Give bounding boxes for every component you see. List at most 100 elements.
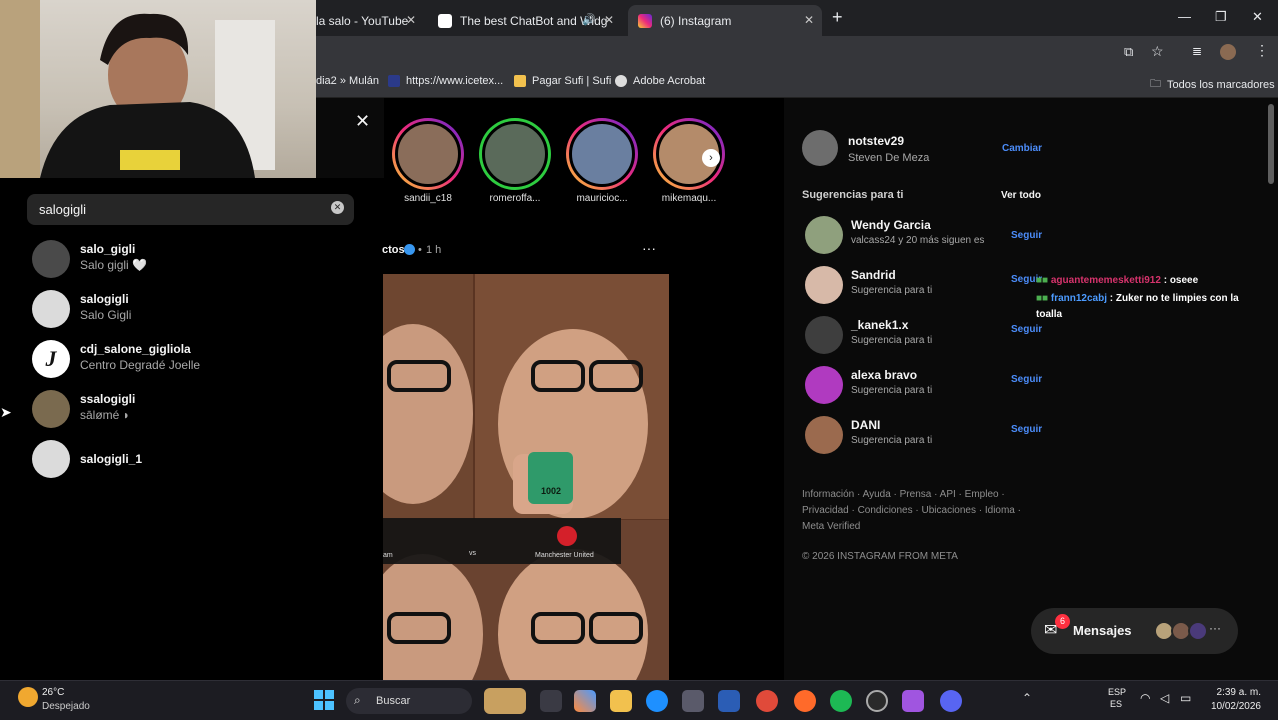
suggestion-subtitle: Sugerencia para ti bbox=[851, 335, 933, 346]
tab-title: la salo - YouTube bbox=[316, 13, 409, 28]
store-icon[interactable] bbox=[682, 690, 704, 712]
unread-badge: 6 bbox=[1055, 614, 1070, 629]
tab-chatbot[interactable]: The best ChatBot and Widg 🔊 ✕ bbox=[428, 5, 622, 36]
media-controls-icon[interactable]: ≣ bbox=[1192, 44, 1202, 58]
all-bookmarks[interactable]: 🗀 Todos los marcadores bbox=[1150, 75, 1275, 94]
see-all-link[interactable]: Ver todo bbox=[1001, 190, 1041, 201]
suggestion-item[interactable]: alexa bravo Sugerencia para ti Seguir bbox=[805, 366, 1050, 408]
spotify-icon[interactable] bbox=[830, 690, 852, 712]
chatbot-favicon-icon bbox=[438, 13, 452, 28]
bookmark-star-icon[interactable]: ☆ bbox=[1151, 43, 1164, 60]
profile-avatar-icon[interactable] bbox=[1220, 44, 1236, 60]
clear-search-icon[interactable]: ✕ bbox=[331, 201, 344, 214]
footer-links[interactable]: Información · Ayuda · Prensa · API · Emp… bbox=[802, 489, 1005, 500]
clock-date: 10/02/2026 bbox=[1210, 701, 1261, 712]
chevron-right-icon[interactable]: › bbox=[702, 149, 720, 167]
chevron-up-icon[interactable]: ⌃ bbox=[1022, 691, 1032, 705]
post-image[interactable]: 1002 am vs Manchester United bbox=[383, 274, 669, 680]
search-result[interactable]: salogigli Salo Gigli bbox=[32, 288, 362, 332]
close-tab-icon[interactable]: ✕ bbox=[406, 13, 416, 27]
suggestions-title: Sugerencias para ti bbox=[802, 189, 904, 201]
result-username: salo_gigli bbox=[80, 242, 136, 256]
chat-message: : Zuker no te limpies con la bbox=[1109, 293, 1239, 304]
avatar bbox=[1188, 621, 1208, 641]
icetex-icon bbox=[388, 75, 400, 87]
volume-icon[interactable]: ◁ bbox=[1160, 691, 1169, 705]
clock-time[interactable]: 2:39 a. m. bbox=[1211, 687, 1261, 698]
close-search-icon[interactable]: ✕ bbox=[355, 111, 370, 132]
language-indicator[interactable]: ESP bbox=[1108, 687, 1126, 697]
close-tab-icon[interactable]: ✕ bbox=[804, 13, 814, 27]
suggestion-username: DANI bbox=[851, 418, 881, 432]
suggestion-item[interactable]: Sandrid Sugerencia para ti Seguir bbox=[805, 266, 1050, 308]
bookmark-icetex[interactable]: https://www.icetex... bbox=[388, 75, 503, 87]
copilot-icon[interactable] bbox=[574, 690, 596, 712]
firefox-icon[interactable] bbox=[794, 690, 816, 712]
discord-icon[interactable] bbox=[940, 690, 962, 712]
browser-menu-icon[interactable]: ⋮ bbox=[1255, 42, 1269, 59]
taskbar-search[interactable]: ⌕ Buscar bbox=[346, 688, 472, 714]
footer-links[interactable]: Privacidad · Condiciones · Ubicaciones ·… bbox=[802, 505, 1021, 516]
minimize-icon[interactable]: — bbox=[1178, 9, 1191, 24]
bookmark-mulan[interactable]: dia2 » Mulán bbox=[316, 75, 379, 87]
follow-button[interactable]: Seguir bbox=[1011, 424, 1042, 435]
more-icon: ··· bbox=[1209, 621, 1221, 635]
story-label: mauricioc... bbox=[576, 193, 628, 204]
footer-links[interactable]: Meta Verified bbox=[802, 521, 860, 532]
copyright: © 2026 INSTAGRAM FROM META bbox=[802, 551, 958, 562]
search-result[interactable]: ssalogigli sālømé ◗ bbox=[32, 388, 362, 432]
search-result[interactable]: salo_gigli Salo gigli 🤍 bbox=[32, 238, 362, 282]
close-window-icon[interactable]: ✕ bbox=[1252, 9, 1263, 25]
default-avatar-icon bbox=[32, 290, 70, 328]
tab-youtube[interactable]: la salo - YouTube ✕ bbox=[306, 5, 424, 36]
edge-icon[interactable] bbox=[646, 690, 668, 712]
avatar bbox=[32, 390, 70, 428]
search-result[interactable]: salogigli_1 bbox=[32, 438, 362, 482]
folder-icon: 🗀 bbox=[1150, 78, 1161, 90]
install-app-icon[interactable]: ⧉ bbox=[1124, 44, 1133, 60]
widget-image-icon[interactable] bbox=[484, 688, 526, 714]
close-tab-icon[interactable]: ✕ bbox=[604, 13, 614, 27]
messages-button[interactable]: ✉ 6 Mensajes ··· bbox=[1031, 608, 1238, 654]
scrollbar-thumb[interactable] bbox=[1268, 104, 1274, 184]
task-view-icon[interactable] bbox=[540, 690, 562, 712]
suggestion-item[interactable]: _kanek1.x Sugerencia para ti Seguir bbox=[805, 316, 1050, 358]
bookmark-adobe[interactable]: Adobe Acrobat bbox=[615, 75, 705, 87]
suggestion-subtitle: Sugerencia para ti bbox=[851, 285, 933, 296]
follow-button[interactable]: Seguir bbox=[1011, 324, 1042, 335]
avatar bbox=[805, 316, 843, 354]
restore-icon[interactable]: ❐ bbox=[1215, 9, 1227, 25]
post-more-icon[interactable]: ··· bbox=[642, 240, 656, 256]
suggestion-subtitle: Sugerencia para ti bbox=[851, 435, 933, 446]
speaker-icon[interactable]: 🔊 bbox=[582, 13, 596, 26]
bookmark-sufi[interactable]: Pagar Sufi | Sufi bbox=[514, 75, 611, 87]
switch-account-link[interactable]: Cambiar bbox=[1002, 143, 1042, 154]
counter-display: 1002 bbox=[541, 486, 562, 496]
search-result[interactable]: J cdj_salone_gigliola Centro Degradé Joe… bbox=[32, 338, 362, 382]
suggestion-item[interactable]: Wendy Garcia valcass24 y 20 más siguen e… bbox=[805, 216, 1050, 258]
suggestion-item[interactable]: DANI Sugerencia para ti Seguir bbox=[805, 416, 1050, 458]
story-label: romeroffa... bbox=[489, 193, 541, 204]
tab-instagram[interactable]: (6) Instagram ✕ bbox=[628, 5, 822, 36]
avatar[interactable] bbox=[802, 130, 838, 166]
story-ring[interactable] bbox=[566, 118, 638, 190]
weather-temp[interactable]: 26°C bbox=[42, 687, 64, 698]
word-icon[interactable] bbox=[718, 690, 740, 712]
story-ring[interactable] bbox=[392, 118, 464, 190]
post-author[interactable]: ctos bbox=[382, 244, 405, 256]
app-icon[interactable] bbox=[902, 690, 924, 712]
obs-icon[interactable] bbox=[866, 690, 888, 712]
windows-start-icon[interactable] bbox=[314, 690, 334, 710]
battery-icon[interactable]: ▭ bbox=[1180, 691, 1191, 705]
chrome-icon[interactable] bbox=[756, 690, 778, 712]
profile-username[interactable]: notstev29 bbox=[848, 134, 904, 148]
story-ring[interactable] bbox=[479, 118, 551, 190]
chat-message: : oseee bbox=[1163, 275, 1199, 286]
follow-button[interactable]: Seguir bbox=[1011, 230, 1042, 241]
follow-button[interactable]: Seguir bbox=[1011, 374, 1042, 385]
wifi-icon[interactable]: ◠ bbox=[1140, 691, 1150, 705]
result-name: sālømé ◗ bbox=[80, 408, 130, 422]
instagram-favicon-icon bbox=[638, 13, 652, 28]
new-tab-button[interactable]: + bbox=[832, 7, 843, 28]
file-explorer-icon[interactable] bbox=[610, 690, 632, 712]
